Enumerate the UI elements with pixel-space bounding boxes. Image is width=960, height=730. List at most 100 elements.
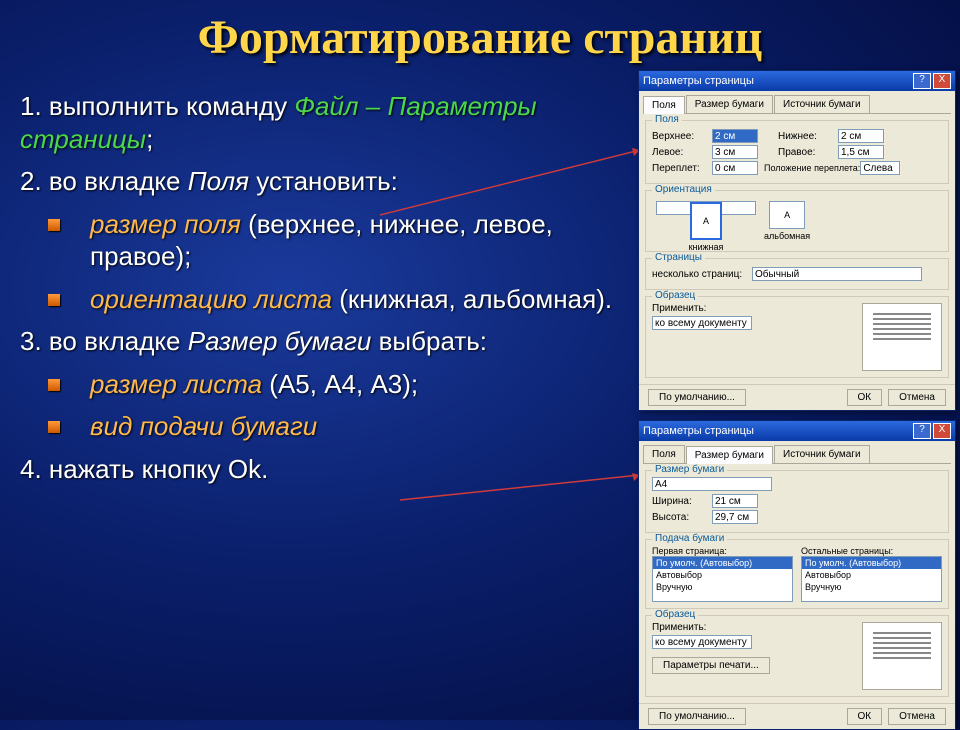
- ok-button[interactable]: ОК: [847, 389, 883, 406]
- height-label: Высота:: [652, 512, 712, 523]
- height-input[interactable]: [712, 510, 758, 524]
- tab-strip: Поля Размер бумаги Источник бумаги: [643, 95, 951, 114]
- left-input[interactable]: [712, 145, 758, 159]
- dialog-footer: По умолчанию... ОК Отмена: [639, 703, 955, 729]
- group-sample: Образец Применить:: [645, 296, 949, 378]
- top-input[interactable]: [712, 129, 758, 143]
- tab-paper[interactable]: Размер бумаги: [686, 446, 773, 464]
- other-pages-label: Остальные страницы:: [801, 546, 942, 556]
- bullet-2-term: ориентацию листа: [90, 284, 332, 314]
- gutter-input[interactable]: [712, 161, 758, 175]
- group-orientation-label: Ориентация: [652, 184, 715, 195]
- list-item[interactable]: Вручную: [802, 581, 941, 593]
- right-label: Правое:: [778, 147, 838, 158]
- tab-fields[interactable]: Поля: [643, 96, 685, 114]
- multi-label: несколько страниц:: [652, 269, 752, 280]
- close-button[interactable]: X: [933, 73, 951, 89]
- dialog-footer: По умолчанию... ОК Отмена: [639, 384, 955, 410]
- dialog-title: Параметры страницы: [643, 75, 911, 87]
- tab-strip: Поля Размер бумаги Источник бумаги: [643, 445, 951, 464]
- list-item[interactable]: По умолч. (Автовыбор): [653, 557, 792, 569]
- dialog-title: Параметры страницы: [643, 425, 911, 437]
- step-3-text: 3. во вкладке: [20, 326, 188, 356]
- ok-button[interactable]: ОК: [847, 708, 883, 725]
- group-sample-label: Образец: [652, 290, 698, 301]
- bottom-label: Нижнее:: [778, 131, 838, 142]
- bottom-input[interactable]: [838, 129, 884, 143]
- bullet-1-term: размер поля: [90, 209, 241, 239]
- right-input[interactable]: [838, 145, 884, 159]
- group-feed-label: Подача бумаги: [652, 533, 727, 544]
- preview-icon: [862, 622, 942, 690]
- help-button[interactable]: ?: [913, 423, 931, 439]
- bullet-4-term: вид подачи бумаги: [90, 411, 317, 441]
- titlebar: Параметры страницы ? X: [639, 71, 955, 91]
- group-fields-label: Поля: [652, 114, 682, 125]
- orientation-landscape-label: альбомная: [764, 231, 810, 241]
- apply-select[interactable]: [652, 635, 752, 649]
- step-3-tail: выбрать:: [371, 326, 487, 356]
- step-1-tail: ;: [146, 124, 153, 154]
- left-label: Левое:: [652, 147, 712, 158]
- other-pages-list[interactable]: По умолч. (Автовыбор) Автовыбор Вручную: [801, 556, 942, 602]
- step-2-tab: Поля: [188, 166, 249, 196]
- help-button[interactable]: ?: [913, 73, 931, 89]
- cancel-button[interactable]: Отмена: [888, 708, 946, 725]
- dialog-page-setup-fields: Параметры страницы ? X Поля Размер бумаг…: [638, 70, 956, 411]
- bullet-3-term: размер листа: [90, 369, 262, 399]
- orientation-portrait[interactable]: Aкнижная: [656, 201, 756, 215]
- apply-select[interactable]: [652, 316, 752, 330]
- step-2-tail: установить:: [249, 166, 398, 196]
- group-orientation: Ориентация Aкнижная Aальбомная: [645, 190, 949, 252]
- bullet-feed: вид подачи бумаги: [20, 410, 630, 443]
- list-item[interactable]: По умолч. (Автовыбор): [802, 557, 941, 569]
- tab-fields[interactable]: Поля: [643, 445, 685, 463]
- top-label: Верхнее:: [652, 131, 712, 142]
- list-item[interactable]: Автовыбор: [802, 569, 941, 581]
- bullet-orientation: ориентацию листа (книжная, альбомная).: [20, 283, 630, 316]
- step-3: 3. во вкладке Размер бумаги выбрать:: [20, 325, 630, 358]
- group-sample: Образец Применить: Параметры печати...: [645, 615, 949, 697]
- dialog-page-setup-paper: Параметры страницы ? X Поля Размер бумаг…: [638, 420, 956, 730]
- first-page-list[interactable]: По умолч. (Автовыбор) Автовыбор Вручную: [652, 556, 793, 602]
- close-button[interactable]: X: [933, 423, 951, 439]
- group-feed: Подача бумаги Первая страница: По умолч.…: [645, 539, 949, 609]
- step-4: 4. нажать кнопку Ok.: [20, 453, 630, 486]
- slide-title: Форматирование страниц: [0, 0, 960, 71]
- gutter-label: Переплет:: [652, 163, 712, 174]
- group-fields: Поля Верхнее: Нижнее: Левое: Правое: Пер…: [645, 120, 949, 184]
- orientation-landscape[interactable]: Aальбомная: [764, 201, 810, 241]
- slide-body: 1. выполнить команду Файл – Параметры ст…: [20, 80, 630, 495]
- tab-source[interactable]: Источник бумаги: [774, 95, 870, 113]
- bullet-3-tail: (А5, А4, А3);: [262, 369, 418, 399]
- gutter-pos-input[interactable]: [860, 161, 900, 175]
- step-2: 2. во вкладке Поля установить:: [20, 165, 630, 198]
- multi-select[interactable]: [752, 267, 922, 281]
- width-input[interactable]: [712, 494, 758, 508]
- gutter-pos-label: Положение переплета:: [764, 163, 860, 173]
- group-pages: Страницы несколько страниц:: [645, 258, 949, 290]
- tab-paper[interactable]: Размер бумаги: [686, 95, 773, 113]
- list-item[interactable]: Автовыбор: [653, 569, 792, 581]
- group-pages-label: Страницы: [652, 252, 705, 263]
- tab-source[interactable]: Источник бумаги: [774, 445, 870, 463]
- default-button[interactable]: По умолчанию...: [648, 708, 746, 725]
- titlebar: Параметры страницы ? X: [639, 421, 955, 441]
- preview-icon: [862, 303, 942, 371]
- width-label: Ширина:: [652, 496, 712, 507]
- step-3-tab: Размер бумаги: [188, 326, 372, 356]
- bullet-paper-size: размер листа (А5, А4, А3);: [20, 368, 630, 401]
- group-sample-label: Образец: [652, 609, 698, 620]
- bullet-field-size: размер поля (верхнее, нижнее, левое, пра…: [20, 208, 630, 273]
- step-2-text: 2. во вкладке: [20, 166, 188, 196]
- cancel-button[interactable]: Отмена: [888, 389, 946, 406]
- apply-label: Применить:: [652, 303, 752, 314]
- print-options-button[interactable]: Параметры печати...: [652, 657, 770, 674]
- default-button[interactable]: По умолчанию...: [648, 389, 746, 406]
- group-paper-size: Размер бумаги Ширина: Высота:: [645, 470, 949, 533]
- step-1-text: 1. выполнить команду: [20, 91, 294, 121]
- paper-size-select[interactable]: [652, 477, 772, 491]
- list-item[interactable]: Вручную: [653, 581, 792, 593]
- orientation-portrait-label: книжная: [689, 242, 724, 252]
- group-paper-label: Размер бумаги: [652, 464, 727, 475]
